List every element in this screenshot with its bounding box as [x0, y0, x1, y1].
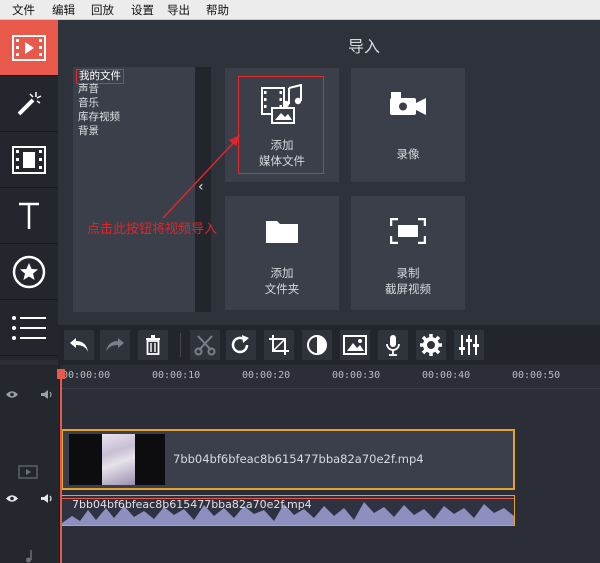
sidebar-titles-button[interactable] — [0, 188, 58, 244]
image-button[interactable] — [340, 330, 370, 360]
menu-file[interactable]: 文件 — [12, 2, 35, 18]
crop-button[interactable] — [264, 330, 294, 360]
rotate-icon — [231, 335, 249, 354]
camera-icon — [390, 92, 426, 115]
speaker-icon[interactable] — [40, 389, 54, 400]
eye-icon[interactable] — [5, 390, 19, 399]
category-background[interactable]: 背景 — [78, 125, 99, 138]
cut-button[interactable] — [190, 330, 220, 360]
add-folder-label: 添加 文件夹 — [264, 266, 300, 296]
category-list: 我的文件 声音 音乐 库存视频 背景 — [73, 67, 195, 312]
menu-playback[interactable]: 回放 — [91, 2, 114, 18]
crop-icon — [269, 335, 289, 355]
rotate-button[interactable] — [226, 330, 256, 360]
color-adjust-button[interactable] — [302, 330, 332, 360]
equalizer-button[interactable] — [454, 330, 484, 360]
screen-record-button[interactable]: 录制 截屏视频 — [351, 196, 465, 310]
clip-thumbnail-image — [102, 434, 135, 485]
undo-icon — [70, 338, 88, 352]
left-toolbar — [0, 20, 58, 360]
toolbar-separator — [180, 333, 181, 357]
tick-label: 00:00:40 — [422, 370, 471, 381]
track-header-column — [0, 365, 60, 563]
text-icon — [19, 202, 39, 229]
highlight-box — [238, 76, 324, 174]
menu-help[interactable]: 帮助 — [206, 2, 229, 18]
sidebar-more-button[interactable] — [0, 300, 58, 356]
time-ruler[interactable]: 00:00:00 00:00:10 00:00:20 00:00:30 00:0… — [60, 365, 600, 389]
clip-thumbnail — [69, 434, 165, 485]
redo-button[interactable] — [100, 330, 130, 360]
panel-title: 导入 — [348, 37, 381, 56]
annotation-text: 点击此按钮将视频导入 — [87, 222, 218, 237]
screen-record-icon — [390, 218, 426, 244]
microphone-icon — [386, 335, 400, 356]
music-track-icon — [26, 550, 32, 563]
settings-icon — [420, 334, 442, 356]
category-my-files[interactable]: 我的文件 — [76, 69, 124, 84]
category-stock-video[interactable]: 库存视频 — [78, 111, 120, 124]
cut-icon — [194, 335, 216, 356]
delete-button[interactable] — [138, 330, 168, 360]
app-window: 文件 编辑 回放 设置 导出 帮助 导入 我的文件 声音 音乐 库存视频 背景 … — [0, 0, 600, 563]
clip-settings-button[interactable] — [416, 330, 446, 360]
filmstrip-icon — [12, 145, 46, 174]
undo-button[interactable] — [64, 330, 94, 360]
menu-edit[interactable]: 编辑 — [52, 2, 75, 18]
delete-icon — [146, 335, 160, 355]
eye-icon[interactable] — [5, 494, 19, 503]
speaker-icon[interactable] — [40, 493, 54, 504]
image-icon — [343, 335, 367, 355]
sidebar-transitions-button[interactable] — [0, 132, 58, 188]
sidebar-stickers-button[interactable] — [0, 244, 58, 300]
playhead[interactable] — [60, 369, 62, 563]
video-track-icon — [18, 465, 38, 479]
tick-label: 00:00:50 — [512, 370, 561, 381]
video-clip[interactable]: 7bb04bf6bfeac8b615477bba82a70e2f.mp4 — [61, 429, 515, 490]
menu-settings[interactable]: 设置 — [131, 2, 154, 18]
timeline: 00:00:00 00:00:10 00:00:20 00:00:30 00:0… — [0, 365, 600, 563]
tick-label: 00:00:30 — [332, 370, 381, 381]
tick-label: 00:00:20 — [242, 370, 291, 381]
record-audio-button[interactable] — [378, 330, 408, 360]
record-video-button[interactable]: 录像 — [351, 68, 465, 182]
record-video-label: 录像 — [396, 147, 420, 161]
equalizer-icon — [459, 335, 479, 355]
list-icon — [12, 315, 46, 340]
category-music[interactable]: 音乐 — [78, 97, 99, 110]
redo-icon — [106, 338, 124, 352]
menu-export[interactable]: 导出 — [167, 2, 190, 18]
audio-clip-name: 7bb04bf6bfeac8b615477bba82a70e2f.mp4 — [72, 498, 312, 511]
sidebar-effects-button[interactable] — [0, 76, 58, 132]
color-adjust-icon — [307, 335, 327, 355]
audio-clip[interactable]: 7bb04bf6bfeac8b615477bba82a70e2f.mp4 — [61, 495, 515, 526]
sidebar-import-button[interactable] — [0, 20, 58, 76]
collapse-panel-button[interactable]: ‹ — [195, 67, 211, 312]
screen-record-label: 录制 截屏视频 — [385, 266, 431, 296]
edit-toolbar — [58, 325, 600, 365]
add-folder-button[interactable]: 添加 文件夹 — [225, 196, 339, 310]
import-media-icon — [12, 34, 46, 61]
chevron-left-icon: ‹ — [198, 179, 204, 195]
folder-icon — [266, 221, 298, 243]
magic-wand-icon — [17, 91, 42, 115]
video-clip-name: 7bb04bf6bfeac8b615477bba82a70e2f.mp4 — [173, 452, 424, 466]
menu-bar: 文件 编辑 回放 设置 导出 帮助 — [0, 0, 600, 20]
category-sound[interactable]: 声音 — [78, 83, 99, 96]
sticker-star-icon — [12, 255, 46, 288]
tick-label: 00:00:10 — [152, 370, 201, 381]
tick-label: 00:00:00 — [62, 370, 111, 381]
